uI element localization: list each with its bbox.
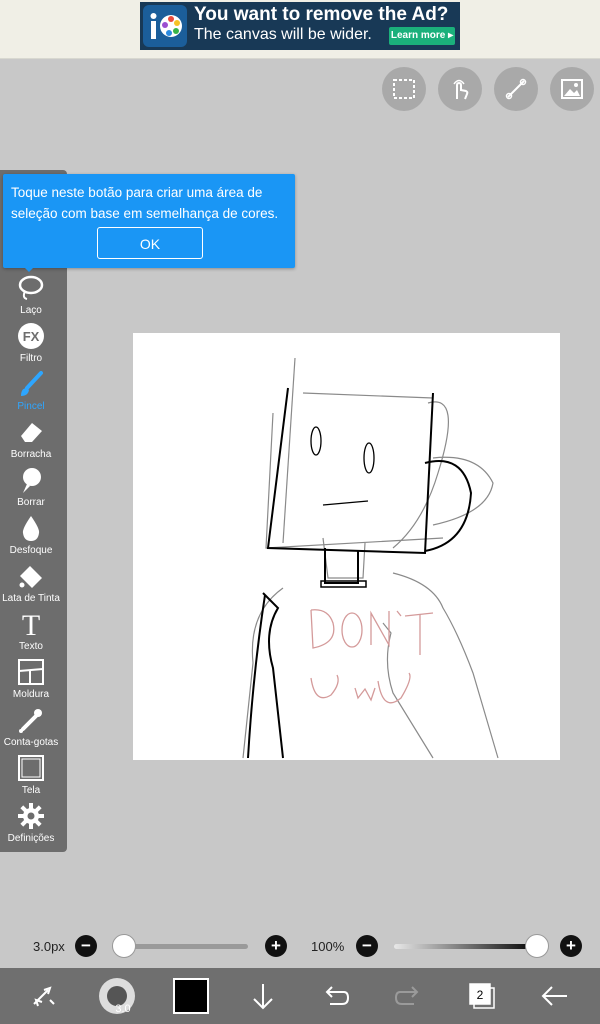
- sketch-drawing: [242, 357, 499, 759]
- svg-text:FX: FX: [23, 329, 40, 344]
- tool-label: Desfoque: [9, 545, 53, 556]
- image-icon: [561, 79, 583, 99]
- brush-icon: [21, 371, 43, 396]
- download-button[interactable]: [243, 976, 283, 1016]
- tool-brush[interactable]: Pincel: [0, 370, 62, 418]
- opacity-increase-button[interactable]: +: [560, 935, 582, 957]
- size-slider-knob[interactable]: [112, 934, 136, 958]
- ruler-button[interactable]: [494, 67, 538, 111]
- image-button[interactable]: [550, 67, 594, 111]
- tool-label: Definições: [7, 833, 55, 844]
- brush-preview-size: 3.0: [115, 1003, 130, 1015]
- drawing-canvas[interactable]: [133, 333, 560, 760]
- brush-preview-button[interactable]: 3.0: [97, 976, 137, 1016]
- eyedropper-icon: [19, 709, 42, 733]
- learn-more-button[interactable]: Learn more ▸: [389, 27, 455, 45]
- layers-button[interactable]: 2: [462, 976, 502, 1016]
- tool-label: Tela: [21, 785, 41, 796]
- layer-count: 2: [477, 988, 484, 1002]
- ad-content[interactable]: You want to remove the Ad? The canvas wi…: [140, 2, 460, 50]
- tool-smudge[interactable]: Borrar: [0, 466, 62, 514]
- transform-button[interactable]: [24, 976, 64, 1016]
- tool-label: Laço: [20, 305, 42, 316]
- tool-label: Texto: [19, 641, 43, 652]
- undo-icon: [325, 986, 350, 1005]
- frame-icon: [18, 659, 44, 685]
- back-button[interactable]: [535, 976, 575, 1016]
- tool-lasso[interactable]: Laço: [0, 274, 62, 322]
- bottom-toolbar: 3.0 2: [0, 968, 600, 1024]
- brush-size-value: 3.0px: [33, 939, 65, 954]
- swap-tool-icon: [33, 986, 55, 1007]
- selection-button[interactable]: [382, 67, 426, 111]
- tool-label: Moldura: [12, 689, 50, 700]
- undo-button[interactable]: [316, 976, 356, 1016]
- text-icon: T: [22, 610, 40, 638]
- opacity-slider-knob[interactable]: [525, 934, 549, 958]
- tool-text[interactable]: T Texto: [0, 610, 62, 658]
- opacity-decrease-button[interactable]: −: [356, 935, 378, 957]
- brush-preview-icon: 3.0: [99, 978, 135, 1015]
- paint-bucket-icon: [19, 566, 42, 588]
- arrow-down-icon: [253, 984, 273, 1010]
- ad-banner[interactable]: You want to remove the Ad? The canvas wi…: [0, 0, 600, 59]
- color-button[interactable]: [172, 976, 212, 1016]
- opacity-value: 100%: [311, 939, 345, 954]
- brush-sliders: 3.0px − + 100% − +: [0, 930, 600, 964]
- ad-title: You want to remove the Ad?: [194, 4, 449, 25]
- ruler-icon: [505, 78, 527, 100]
- tool-eraser[interactable]: Borracha: [0, 418, 62, 466]
- tool-filter[interactable]: FX Filtro: [0, 322, 62, 370]
- tool-settings[interactable]: Definições: [0, 802, 62, 850]
- tool-label: Pincel: [17, 401, 45, 412]
- hint-tooltip: Toque neste botão para criar uma área de…: [3, 174, 295, 268]
- tool-label: Borrar: [17, 497, 45, 508]
- tool-canvas[interactable]: Tela: [0, 754, 62, 802]
- touch-button[interactable]: [438, 67, 482, 111]
- tool-blur[interactable]: Desfoque: [0, 514, 62, 562]
- tool-paint-bucket[interactable]: Lata de Tinta: [0, 562, 62, 610]
- opacity-slider-track[interactable]: [394, 944, 538, 949]
- tool-label: Borracha: [10, 449, 52, 460]
- ibispaint-logo: [143, 5, 187, 47]
- redo-button[interactable]: [388, 976, 428, 1016]
- hand-touch-icon: [453, 79, 469, 100]
- ad-subtitle: The canvas will be wider.: [194, 26, 372, 43]
- tool-panel: Laço FX Filtro Pincel Borracha Borrar De…: [0, 170, 67, 852]
- tooltip-text: Toque neste botão para criar uma área de…: [11, 185, 279, 221]
- tool-frame[interactable]: Moldura: [0, 658, 62, 706]
- fx-icon: FX: [18, 323, 44, 349]
- tool-label: Lata de Tinta: [2, 593, 60, 604]
- tooltip-arrow: [21, 264, 37, 272]
- layers-icon: 2: [469, 983, 495, 1009]
- svg-text:T: T: [22, 610, 40, 638]
- lasso-icon: [18, 275, 44, 300]
- color-swatch-icon: [173, 978, 209, 1014]
- size-increase-button[interactable]: +: [265, 935, 287, 957]
- smudge-icon: [23, 468, 41, 493]
- ok-button[interactable]: OK: [97, 227, 203, 259]
- canvas-icon: [18, 755, 44, 781]
- dashed-selection-icon: [393, 79, 415, 99]
- blur-drop-icon: [22, 516, 40, 541]
- redo-icon: [394, 986, 419, 1005]
- tool-eyedropper[interactable]: Conta-gotas: [0, 706, 62, 754]
- arrow-left-icon: [541, 986, 567, 1006]
- tool-label: Conta-gotas: [3, 737, 59, 748]
- gear-icon: [18, 803, 44, 829]
- tool-label: Filtro: [19, 353, 43, 364]
- size-decrease-button[interactable]: −: [75, 935, 97, 957]
- eraser-icon: [21, 423, 42, 442]
